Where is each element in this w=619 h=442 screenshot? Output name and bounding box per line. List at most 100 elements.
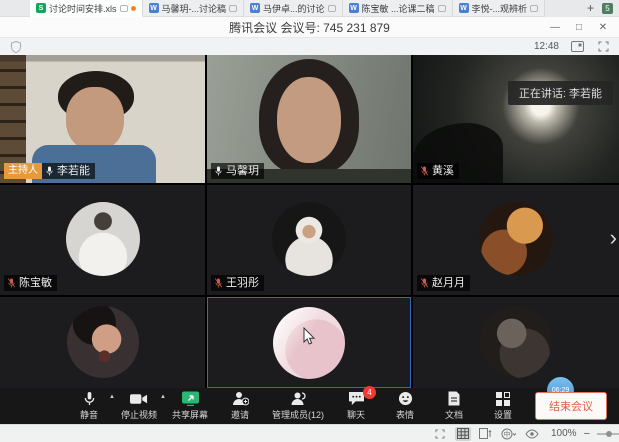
tencent-meeting-window: S 讨论时间安排.xls W 马馨玥-...讨论稿 W 马伊卓...的讨论 W … xyxy=(0,0,619,442)
mouse-cursor xyxy=(303,327,316,351)
tab-spacer xyxy=(0,0,30,17)
mic-muted-icon xyxy=(420,165,429,177)
next-page-chevron-icon[interactable]: › xyxy=(610,227,617,249)
tab-doc-liyue[interactable]: W 李悦-...观辨析 xyxy=(453,0,546,17)
docs-button[interactable]: 文档 xyxy=(437,391,471,421)
manage-members-button[interactable]: 管理成员(12) xyxy=(272,391,324,421)
maximize-button[interactable]: □ xyxy=(567,17,591,38)
mic-on-icon xyxy=(214,165,223,177)
chat-button[interactable]: 4 聊天 xyxy=(339,391,373,421)
svg-text:中: 中 xyxy=(504,429,511,438)
status-bar: 中 100% − xyxy=(0,424,619,442)
participant-name: 赵月月 xyxy=(432,275,465,291)
window-controls: — □ ✕ xyxy=(543,17,615,38)
chevron-up-icon[interactable]: ▲ xyxy=(160,394,166,400)
avatar-tile-zhaoyueyue[interactable]: › 赵月月 xyxy=(413,185,619,295)
participant-label: 赵月月 xyxy=(417,275,470,291)
participant-label: 王羽彤 xyxy=(211,275,264,291)
avatar xyxy=(66,202,140,276)
minimize-button[interactable]: — xyxy=(543,17,567,38)
mic-muted-icon xyxy=(214,277,223,289)
avatar-tile-row3-left[interactable] xyxy=(0,297,205,388)
stop-video-button[interactable]: ▲ 停止视频 xyxy=(121,391,157,421)
comment-icon xyxy=(530,5,538,12)
zoom-out-button[interactable]: − xyxy=(584,428,590,440)
mic-muted-icon xyxy=(7,277,16,289)
emoji-label: 表情 xyxy=(396,408,414,421)
mute-button[interactable]: ▲ 静音 xyxy=(72,391,106,421)
close-button[interactable]: ✕ xyxy=(591,17,615,38)
word-doc-icon: W xyxy=(149,3,159,13)
layout-switch-icon[interactable] xyxy=(569,40,585,54)
eye-protect-icon[interactable] xyxy=(524,427,540,441)
chat-label: 聊天 xyxy=(347,408,365,421)
tab-bar-right: + 5 xyxy=(587,0,619,17)
security-shield-icon[interactable] xyxy=(8,40,24,54)
avatar-tile-wangyutong[interactable]: 王羽彤 xyxy=(207,185,411,295)
avatar-tile-row3-right[interactable] xyxy=(413,297,619,388)
tab-schedule-xls[interactable]: S 讨论时间安排.xls xyxy=(30,0,143,17)
avatar xyxy=(479,202,553,276)
members-label: 管理成员(12) xyxy=(272,408,324,421)
participant-name: 王羽彤 xyxy=(226,275,259,291)
meeting-duration: 12:48 xyxy=(534,41,559,52)
speaking-tooltip: 正在讲话: 李若能 xyxy=(508,81,613,105)
tab-count-badge[interactable]: 5 xyxy=(602,3,613,14)
grid-view-icon[interactable] xyxy=(455,427,471,441)
settings-button[interactable]: 设置 xyxy=(486,391,520,421)
end-meeting-button[interactable]: 结束会议 xyxy=(535,392,607,420)
tab-doc-chenbaomin[interactable]: W 陈宝敏 ...论课二稿 xyxy=(343,0,453,17)
tab-label: 讨论时间安排.xls xyxy=(49,2,117,15)
share-screen-icon xyxy=(181,391,200,406)
participant-label: 黄溪 xyxy=(417,163,459,179)
zoom-slider[interactable] xyxy=(597,433,619,435)
avatar-tile-chenbaomin[interactable]: 陈宝敏 xyxy=(0,185,205,295)
chevron-up-icon[interactable]: ▲ xyxy=(109,394,115,400)
fullscreen-icon[interactable] xyxy=(595,40,611,54)
document-icon xyxy=(448,391,460,406)
video-tile-huangxi[interactable]: 正在讲话: 李若能 黄溪 xyxy=(413,55,619,183)
avatar xyxy=(480,306,552,378)
tab-label: 马伊卓...的讨论 xyxy=(263,2,325,15)
mic-on-icon xyxy=(45,165,54,177)
share-screen-label: 共享屏幕 xyxy=(172,408,208,421)
tab-doc-maxinyue[interactable]: W 马馨玥-...讨论稿 xyxy=(143,0,245,17)
video-tile-maxinyue[interactable]: 马馨玥 xyxy=(207,55,411,183)
end-meeting-zone: 06:29 结束会议 xyxy=(535,392,607,420)
zoom-level: 100% xyxy=(551,428,577,439)
participant-name: 李若能 xyxy=(57,163,90,179)
chat-bubble-icon xyxy=(348,391,365,406)
settings-label: 设置 xyxy=(494,408,512,421)
avatar xyxy=(272,202,346,276)
word-doc-icon: W xyxy=(349,3,359,13)
fullscreen-view-icon[interactable] xyxy=(432,427,448,441)
participant-name: 陈宝敏 xyxy=(19,275,52,291)
tab-label: 李悦-...观辨析 xyxy=(472,2,528,15)
new-tab-button[interactable]: + xyxy=(587,1,594,15)
participant-label: 陈宝敏 xyxy=(4,275,57,291)
participant-name: 黄溪 xyxy=(432,163,454,179)
meeting-title: 腾讯会议 会议号: 745 231 879 xyxy=(0,19,619,36)
emoji-button[interactable]: 表情 xyxy=(388,391,422,421)
tab-doc-mayizhuo[interactable]: W 马伊卓...的讨论 xyxy=(244,0,343,17)
mic-muted-icon xyxy=(420,277,429,289)
emoji-face-icon xyxy=(398,391,413,406)
host-badge: 主持人 xyxy=(4,163,42,179)
translate-icon[interactable]: 中 xyxy=(501,427,517,441)
meeting-info-bar: 12:48 xyxy=(0,38,619,55)
participant-video xyxy=(277,77,341,163)
stop-video-label: 停止视频 xyxy=(121,408,157,421)
tab-label: 马馨玥-...讨论稿 xyxy=(162,2,227,15)
invite-button[interactable]: 邀请 xyxy=(223,391,257,421)
share-screen-button[interactable]: 共享屏幕 xyxy=(172,391,208,421)
meeting-toolbar: ▲ 静音 ▲ 停止视频 共享屏幕 邀请 管理成员(12) xyxy=(0,388,619,424)
info-bar-right: 12:48 xyxy=(534,40,611,54)
video-tile-liruoneng[interactable]: 主持人 李若能 xyxy=(0,55,205,183)
participant-label: 主持人 李若能 xyxy=(4,163,95,179)
zoom-slider-knob[interactable] xyxy=(606,431,612,437)
page-layout-icon[interactable] xyxy=(478,427,494,441)
comment-icon xyxy=(229,5,237,12)
chat-unread-badge: 4 xyxy=(363,386,376,399)
meeting-title-bar: 腾讯会议 会议号: 745 231 879 — □ ✕ xyxy=(0,17,619,38)
comment-icon xyxy=(328,5,336,12)
